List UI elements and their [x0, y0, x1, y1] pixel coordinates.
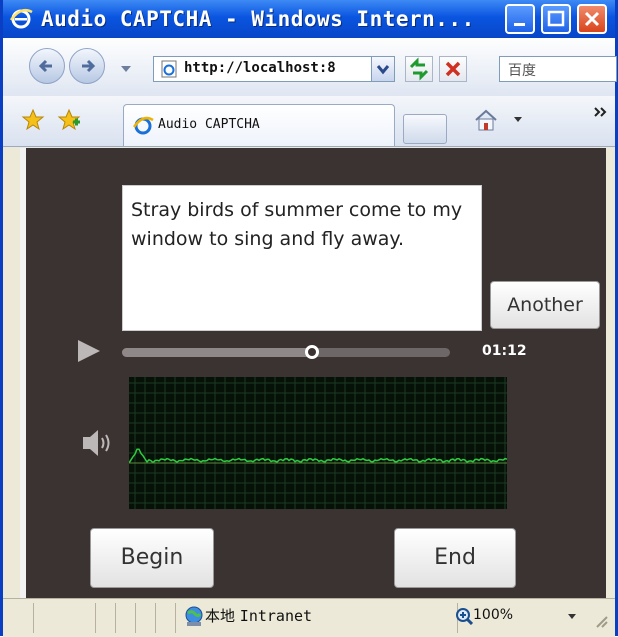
volume-icon[interactable] [81, 426, 115, 460]
close-button[interactable] [577, 4, 607, 34]
tab-bar: Audio CAPTCHA [3, 96, 615, 147]
status-divider [33, 603, 34, 633]
status-divider [175, 603, 176, 633]
zoom-dropdown-icon[interactable] [567, 613, 577, 621]
chevron-down-icon [376, 65, 390, 75]
status-divider [115, 603, 116, 633]
audio-captcha-panel: Stray birds of summer come to my window … [20, 148, 606, 598]
home-icon[interactable] [473, 108, 499, 132]
waveform-display [128, 377, 508, 509]
recent-pages-dropdown-icon[interactable] [119, 64, 133, 74]
address-dropdown-button[interactable] [371, 57, 394, 81]
resize-grip-icon[interactable] [593, 613, 609, 629]
close-icon [584, 11, 600, 27]
forward-arrow-icon [82, 59, 96, 73]
status-divider [135, 603, 136, 633]
window-title: Audio CAPTCHA - Windows Intern... [41, 7, 475, 31]
intranet-globe-icon [185, 606, 203, 626]
address-text[interactable]: http://localhost:8 [184, 60, 352, 76]
captcha-text-display: Stray birds of summer come to my window … [122, 185, 482, 331]
back-arrow-icon [38, 59, 52, 73]
another-button[interactable]: Another [490, 281, 600, 329]
status-divider [95, 603, 96, 633]
begin-button[interactable]: Begin [90, 528, 214, 588]
refresh-button[interactable] [405, 56, 433, 82]
more-tools-icon[interactable] [593, 106, 609, 118]
minimize-icon [514, 23, 525, 26]
zoom-icon[interactable] [455, 607, 473, 625]
browser-window: Audio CAPTCHA - Windows Intern... http:/… [0, 0, 618, 637]
minimize-button[interactable] [505, 4, 535, 34]
end-button[interactable]: End [394, 528, 516, 588]
status-divider [155, 603, 156, 633]
play-icon[interactable] [76, 338, 104, 364]
search-box[interactable]: 百度 [499, 56, 617, 82]
stop-button[interactable] [439, 56, 467, 82]
waveform-graph [128, 377, 508, 509]
playback-progress-track[interactable] [122, 348, 450, 357]
stop-icon [445, 61, 461, 77]
add-favorites-icon[interactable] [57, 108, 81, 132]
playback-progress-fill [122, 348, 313, 357]
zone-name: 本地 [205, 607, 236, 625]
security-zone[interactable]: 本地 Intranet [205, 605, 312, 626]
tab-label: Audio CAPTCHA [158, 117, 260, 132]
ie-logo-icon [9, 9, 33, 29]
waveform-line [128, 448, 508, 464]
search-placeholder: 百度 [508, 63, 536, 79]
forward-button[interactable] [69, 48, 105, 84]
ie-tab-icon [132, 116, 154, 135]
status-bar: 本地 Intranet 100% [3, 598, 615, 637]
home-dropdown-icon[interactable] [513, 116, 523, 124]
navigation-bar: http://localhost:8 百度 [3, 38, 617, 96]
maximize-icon [547, 10, 565, 27]
back-button[interactable] [29, 48, 65, 84]
page-icon [161, 60, 177, 78]
address-bar[interactable]: http://localhost:8 [153, 56, 395, 82]
favorites-star-icon[interactable] [21, 108, 45, 132]
zoom-level[interactable]: 100% [473, 607, 513, 623]
refresh-icon [409, 57, 429, 81]
zone-type: Intranet [239, 607, 313, 625]
title-bar[interactable]: Audio CAPTCHA - Windows Intern... [3, 0, 615, 38]
playback-time: 01:12 [482, 343, 527, 359]
tab-audio-captcha[interactable]: Audio CAPTCHA [123, 104, 395, 146]
new-tab-button[interactable] [403, 114, 447, 144]
maximize-button[interactable] [541, 4, 571, 34]
